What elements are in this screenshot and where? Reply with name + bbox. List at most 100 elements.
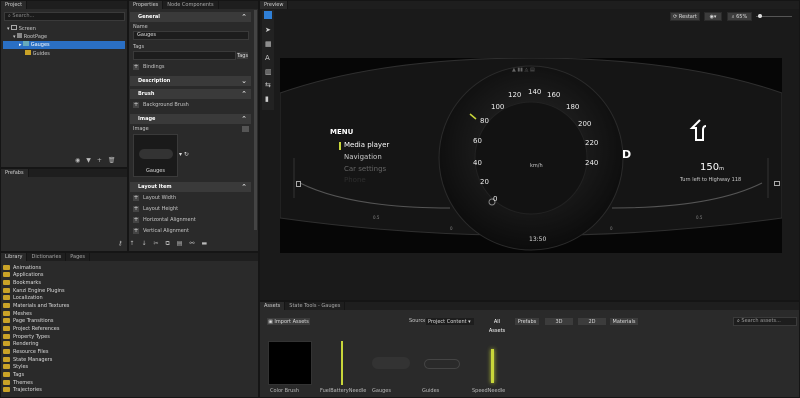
tab-properties[interactable]: Properties	[129, 1, 164, 9]
asset-speed-needle[interactable]	[471, 341, 515, 385]
tab-project[interactable]: Project	[1, 1, 28, 9]
cut-icon[interactable]: ✂	[153, 240, 158, 248]
key-icon[interactable]: ⚷	[118, 240, 122, 248]
delete-icon[interactable]: ▬	[202, 240, 208, 248]
tags-field[interactable]	[133, 51, 236, 60]
left-scale-mid: 0.5	[373, 215, 380, 220]
tree-item-screen[interactable]: ▾ Screen	[1, 25, 127, 33]
tree-item-rootpage[interactable]: ▾ RootPage	[1, 33, 127, 41]
horizontal-alignment-row[interactable]: + Horizontal Alignment	[133, 216, 196, 225]
image-thumbnail[interactable]: Gauges	[133, 134, 178, 177]
pointer-icon[interactable]: ➤	[265, 26, 271, 34]
tab-prefabs[interactable]: Prefabs	[1, 169, 29, 177]
image-options-icon[interactable]	[242, 126, 249, 132]
tab-pages[interactable]: Pages	[66, 253, 90, 261]
delete-icon[interactable]: 🗑	[108, 157, 116, 165]
menu-title: MENU	[330, 128, 354, 136]
eye-icon[interactable]: ◉	[75, 157, 80, 165]
grid-icon[interactable]: ▦	[265, 40, 272, 48]
page-icon	[17, 33, 23, 38]
copy-icon[interactable]: ⧉	[166, 240, 170, 248]
project-search-input[interactable]: ⌕ Search...	[4, 12, 125, 21]
library-item-tags[interactable]: Tags	[3, 371, 24, 379]
import-assets-button[interactable]: ▣ Import Assets	[266, 317, 311, 326]
background-brush-row[interactable]: + Background Brush	[133, 101, 189, 110]
filter-prefabs[interactable]: Prefabs	[514, 317, 540, 326]
fuel-icon	[296, 181, 301, 187]
link-icon[interactable]: ⚯	[189, 240, 194, 248]
menu-item-phone[interactable]: Phone	[344, 176, 366, 184]
up-icon[interactable]: ↑	[129, 240, 134, 248]
library-item-trajectories[interactable]: Trajectories	[3, 386, 42, 394]
prefabs-panel: Prefabs	[0, 168, 128, 252]
tab-library[interactable]: Library	[1, 253, 28, 261]
assets-search-input[interactable]: ⌕ Search assets...	[733, 317, 797, 326]
library-item-styles[interactable]: Styles	[3, 363, 28, 371]
library-item-project-references[interactable]: Project References	[3, 325, 59, 333]
filter-2d[interactable]: 2D	[577, 317, 607, 326]
dashboard-canvas[interactable]: ▲ ▮▮ ◬ ▤ MENU Media player Navigation Ca…	[280, 58, 782, 253]
library-item-resource-files[interactable]: Resource Files	[3, 348, 49, 356]
nav-arrow-icon	[690, 118, 708, 140]
tab-state-tools[interactable]: State Tools - Gauges	[285, 302, 346, 310]
filter-all-assets[interactable]: All Assets	[484, 317, 510, 334]
asset-fuel-battery-needle[interactable]	[320, 341, 364, 385]
vertical-alignment-row[interactable]: + Vertical Alignment	[133, 227, 189, 236]
tags-button[interactable]: Tags	[236, 51, 249, 60]
section-layout-item[interactable]: Layout Item ⌃	[130, 182, 251, 192]
tick-240: 240	[585, 159, 599, 167]
library-item-rendering[interactable]: Rendering	[3, 340, 39, 348]
menu-item-car-settings[interactable]: Car settings	[344, 165, 386, 173]
project-toolbar: ◉ ▼ + 🗑	[75, 157, 127, 165]
right-scale-mid: 0.5	[696, 215, 703, 220]
tick-100: 100	[491, 103, 505, 111]
name-label: Name	[133, 24, 148, 30]
filter-icon[interactable]: ▼	[86, 157, 91, 165]
section-description[interactable]: Description ⌄	[130, 76, 251, 86]
text-tool-icon[interactable]: A	[265, 54, 270, 62]
menu-item-media-player[interactable]: Media player	[344, 141, 389, 149]
library-item-materials-textures[interactable]: Materials and Textures	[3, 302, 69, 310]
tab-node-components[interactable]: Node Components	[163, 1, 219, 9]
add-icon[interactable]: +	[97, 157, 102, 165]
tree-item-gauges[interactable]: ▸ Gauges	[3, 41, 125, 49]
visibility-button[interactable]: ◉▾	[704, 12, 722, 21]
menu-item-navigation[interactable]: Navigation	[344, 153, 382, 161]
library-item-localization[interactable]: Localization	[3, 294, 43, 302]
library-item-bookmarks[interactable]: Bookmarks	[3, 279, 41, 287]
tab-preview[interactable]: Preview	[260, 1, 289, 9]
name-field[interactable]: Gauges	[133, 31, 249, 40]
tab-dictionaries[interactable]: Dictionaries	[27, 253, 67, 261]
asset-gauges[interactable]	[372, 341, 416, 385]
filter-materials[interactable]: Materials	[609, 317, 639, 326]
layout-width-row[interactable]: + Layout Width	[133, 194, 176, 203]
scrollbar[interactable]	[254, 10, 257, 230]
library-item-page-transitions[interactable]: Page Transitions	[3, 317, 53, 325]
filter-3d[interactable]: 3D	[544, 317, 574, 326]
section-image[interactable]: Image ⌃	[130, 114, 251, 124]
tab-assets[interactable]: Assets	[260, 302, 286, 310]
tick-180: 180	[566, 103, 580, 111]
select-tool-icon[interactable]	[264, 11, 272, 19]
tree-item-guides[interactable]: Guides	[1, 50, 127, 58]
tick-200: 200	[578, 120, 592, 128]
zoom-button[interactable]: ⌕ 65%	[727, 12, 752, 21]
image-node-icon	[25, 50, 31, 55]
image-dropdown-icon[interactable]: ▾ ↻	[179, 151, 189, 158]
restart-button[interactable]: ⟳ Restart	[670, 12, 700, 21]
asset-guides[interactable]	[420, 341, 464, 385]
down-icon[interactable]: ↓	[141, 240, 146, 248]
source-select[interactable]: Project Content ▾	[425, 317, 475, 326]
zoom-slider[interactable]	[756, 14, 792, 18]
section-general[interactable]: General ⌃	[130, 12, 251, 22]
library-item-applications[interactable]: Applications	[3, 271, 44, 279]
section-brush[interactable]: Brush ⌃	[130, 89, 251, 99]
connect-icon[interactable]: ⇆	[265, 81, 271, 89]
layout-icon[interactable]: ▥	[265, 68, 272, 76]
paste-icon[interactable]: ▤	[177, 240, 183, 248]
screen-icon	[11, 25, 18, 30]
layout-height-row[interactable]: + Layout Height	[133, 205, 178, 214]
stats-icon[interactable]: ▮	[265, 95, 269, 103]
asset-color-brush[interactable]	[268, 341, 312, 385]
bindings-row[interactable]: + Bindings	[133, 63, 165, 72]
